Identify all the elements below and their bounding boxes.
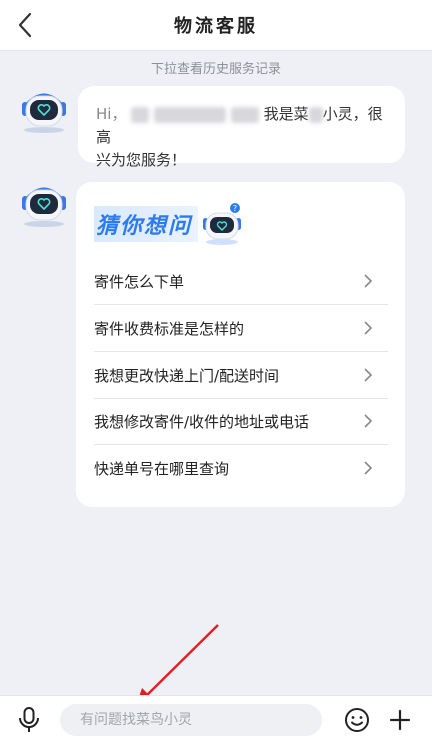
plus-icon [389, 709, 411, 731]
top-nav-bar: 物流客服 [0, 0, 432, 51]
more-options-button[interactable] [388, 708, 412, 732]
microphone-icon [19, 707, 39, 732]
faq-item-label: 我想修改寄件/收件的地址或电话 [94, 412, 310, 431]
greeting-text-middle: 我是菜 [263, 105, 309, 123]
faq-item[interactable]: 寄件怎么下单 [94, 258, 388, 305]
chevron-right-icon [364, 368, 373, 382]
history-hint: 下拉查看历史服务记录 [150, 62, 281, 77]
faq-item[interactable]: 我想修改寄件/收件的地址或电话 [94, 398, 388, 445]
chevron-right-icon [364, 461, 373, 475]
faq-item[interactable]: 寄件收费标准是怎样的 [94, 305, 388, 352]
redacted-text [131, 106, 150, 123]
redacted-text [230, 106, 259, 123]
greeting-text-start: Hi， [96, 105, 127, 123]
faq-card-header: 猜你想问 ? [94, 203, 244, 245]
faq-item-label: 我想更改快递上门/配送时间 [94, 366, 280, 385]
voice-input-button[interactable] [17, 706, 41, 734]
back-arrow-icon [18, 12, 32, 38]
faq-item-label: 寄件收费标准是怎样的 [94, 319, 245, 338]
message-input[interactable] [60, 704, 322, 736]
faq-item[interactable]: 我想更改快递上门/配送时间 [94, 352, 388, 399]
chevron-right-icon [364, 274, 373, 288]
back-button[interactable] [10, 10, 40, 40]
smiley-icon [345, 708, 369, 732]
greeting-bubble: Hi， 我是菜 小灵，很高 兴为您服务！ [78, 86, 405, 169]
emoji-button[interactable] [344, 707, 370, 733]
faq-item-label: 快递单号在哪里查询 [94, 459, 230, 478]
chevron-right-icon [364, 321, 373, 335]
bot-avatar-icon [22, 187, 66, 227]
faq-card-title: 猜你想问 [94, 206, 199, 242]
svg-text:?: ? [233, 204, 237, 213]
chat-input-bar [0, 695, 432, 744]
greeting-text-line2: 兴为您服务！ [96, 151, 187, 169]
faq-item[interactable]: 快递单号在哪里查询 [94, 445, 388, 491]
redacted-text [308, 106, 323, 123]
bot-mascot-icon: ? [203, 203, 242, 245]
chevron-right-icon [364, 414, 373, 428]
faq-item-label: 寄件怎么下单 [94, 272, 185, 291]
redacted-text [154, 106, 227, 123]
bot-avatar-icon [22, 93, 66, 133]
page-title: 物流客服 [174, 16, 258, 37]
